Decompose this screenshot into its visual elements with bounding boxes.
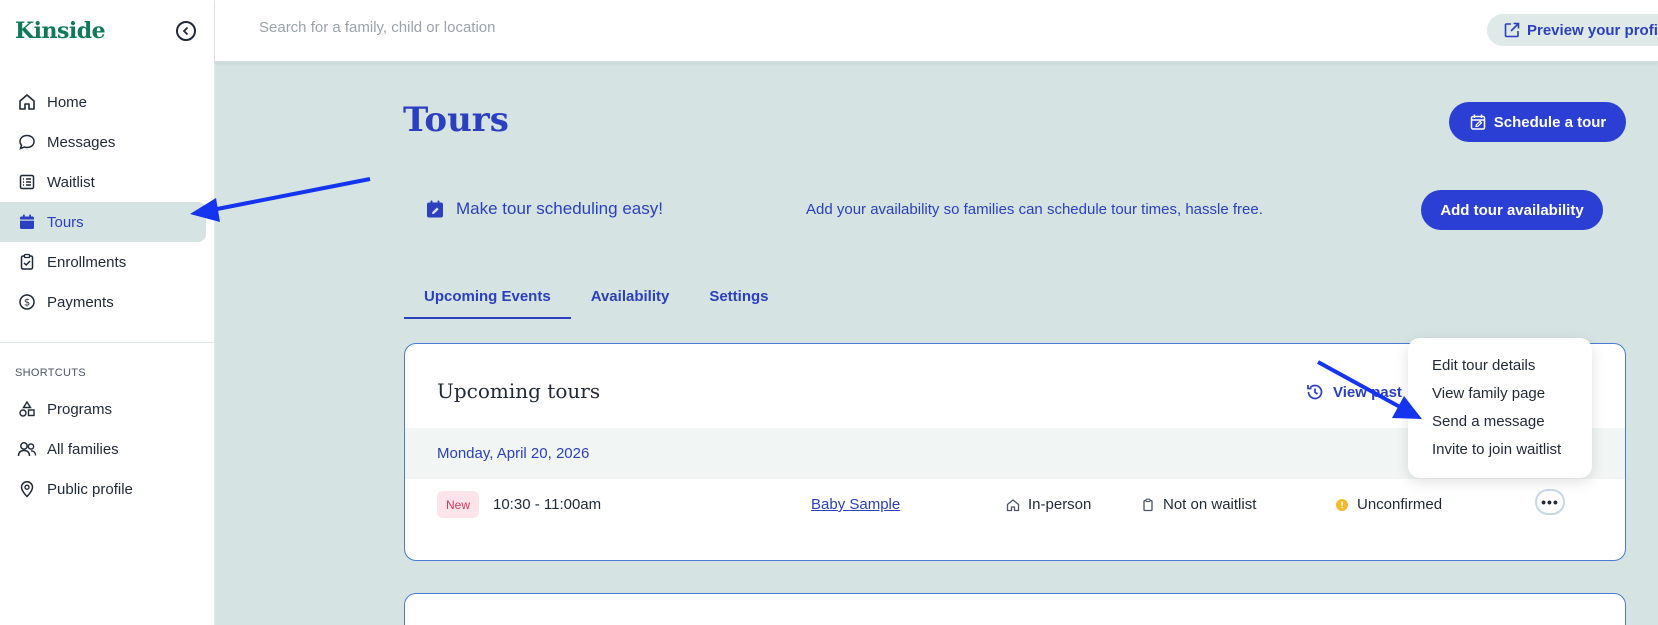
calendar-edit-icon <box>1469 113 1487 131</box>
sidebar-item-public-profile[interactable]: Public profile <box>0 469 214 509</box>
users-icon <box>17 439 37 459</box>
tour-type: In-person <box>1006 496 1091 513</box>
tour-time: 10:30 - 11:00am <box>493 496 602 513</box>
sidebar-divider <box>0 342 214 343</box>
promo-description: Add your availability so families can sc… <box>806 201 1263 218</box>
shortcuts-heading: SHORTCUTS <box>15 367 86 379</box>
shapes-icon <box>17 399 37 419</box>
confirmation-status: Unconfirmed <box>1335 496 1442 513</box>
sidebar-item-label: Payments <box>47 293 114 311</box>
calendar-icon <box>17 212 37 232</box>
waitlist-status-label: Not on waitlist <box>1163 496 1257 513</box>
chat-icon <box>17 132 37 152</box>
new-badge: New <box>437 491 480 518</box>
sidebar-item-label: Programs <box>47 400 113 418</box>
sidebar: Kinside Home Messages Waitlist Tours Enr… <box>0 0 215 625</box>
home-icon <box>17 92 37 112</box>
sidebar-item-enrollments[interactable]: Enrollments <box>0 242 214 282</box>
home-icon <box>1006 498 1020 512</box>
schedule-tour-label: Schedule a tour <box>1493 113 1607 131</box>
sidebar-item-programs[interactable]: Programs <box>0 389 214 429</box>
waitlist-status: Not on waitlist <box>1141 496 1256 513</box>
logo-row: Kinside <box>0 0 214 62</box>
sidebar-item-payments[interactable]: $ Payments <box>0 282 214 322</box>
menu-item-invite-waitlist[interactable]: Invite to join waitlist <box>1432 436 1592 464</box>
sidebar-item-label: Enrollments <box>47 253 127 271</box>
view-past-button[interactable]: View past <box>1305 382 1402 402</box>
sidebar-item-label: All families <box>47 440 119 458</box>
sidebar-item-waitlist[interactable]: Waitlist <box>0 162 214 202</box>
logo[interactable]: Kinside <box>15 18 106 44</box>
promo-title: Make tour scheduling easy! <box>456 199 663 218</box>
sidebar-item-label: Tours <box>47 213 84 231</box>
external-link-icon <box>1503 21 1521 39</box>
list-icon <box>17 172 37 192</box>
top-bar: Preview your profil <box>215 0 1658 62</box>
sidebar-item-label: Home <box>47 93 88 111</box>
sidebar-item-all-families[interactable]: All families <box>0 429 214 469</box>
tab-settings[interactable]: Settings <box>689 280 788 319</box>
view-past-label: View past <box>1333 383 1402 401</box>
card-title: Upcoming tours <box>437 379 601 403</box>
confirmation-status-label: Unconfirmed <box>1357 496 1443 513</box>
main-nav: Home Messages Waitlist Tours Enrollments <box>0 62 214 322</box>
menu-item-view-family[interactable]: View family page <box>1432 380 1592 408</box>
dollar-circle-icon: $ <box>17 292 37 312</box>
history-icon <box>1305 382 1325 402</box>
tab-upcoming-events[interactable]: Upcoming Events <box>404 280 571 319</box>
menu-item-edit-tour[interactable]: Edit tour details <box>1432 352 1592 380</box>
sidebar-item-messages[interactable]: Messages <box>0 122 214 162</box>
clipboard-icon <box>1141 498 1155 512</box>
sidebar-item-home[interactable]: Home <box>0 82 214 122</box>
calendar-edit-icon <box>425 199 445 219</box>
tour-row: New 10:30 - 11:00am Baby Sample In-perso… <box>405 479 1625 531</box>
schedule-tour-button[interactable]: Schedule a tour <box>1449 102 1626 142</box>
page-title: Tours <box>403 100 509 140</box>
sidebar-item-tours[interactable]: Tours <box>0 202 206 242</box>
preview-profile-button[interactable]: Preview your profil <box>1487 14 1658 46</box>
arrow-to-tours <box>190 177 371 222</box>
svg-text:$: $ <box>24 298 30 309</box>
preview-profile-label: Preview your profil <box>1527 21 1658 39</box>
menu-item-send-message[interactable]: Send a message <box>1432 408 1592 436</box>
add-tour-availability-button[interactable]: Add tour availability <box>1421 190 1603 230</box>
child-name-link[interactable]: Baby Sample <box>811 496 900 513</box>
sidebar-item-label: Messages <box>47 133 116 151</box>
warning-dot-icon <box>1335 498 1349 512</box>
secondary-card <box>404 593 1626 625</box>
tab-availability[interactable]: Availability <box>571 280 690 319</box>
map-pin-icon <box>17 479 37 499</box>
tab-bar: Upcoming Events Availability Settings <box>404 280 789 319</box>
collapse-sidebar-icon[interactable] <box>176 21 196 41</box>
search-input[interactable] <box>259 19 659 36</box>
tour-type-label: In-person <box>1028 496 1092 513</box>
date-label: Monday, April 20, 2026 <box>437 445 590 462</box>
row-actions-menu: Edit tour details View family page Send … <box>1408 338 1592 478</box>
more-options-button[interactable]: ••• <box>1535 489 1565 515</box>
sidebar-item-label: Waitlist <box>47 173 95 191</box>
sidebar-item-label: Public profile <box>47 480 133 498</box>
clipboard-check-icon <box>17 252 37 272</box>
